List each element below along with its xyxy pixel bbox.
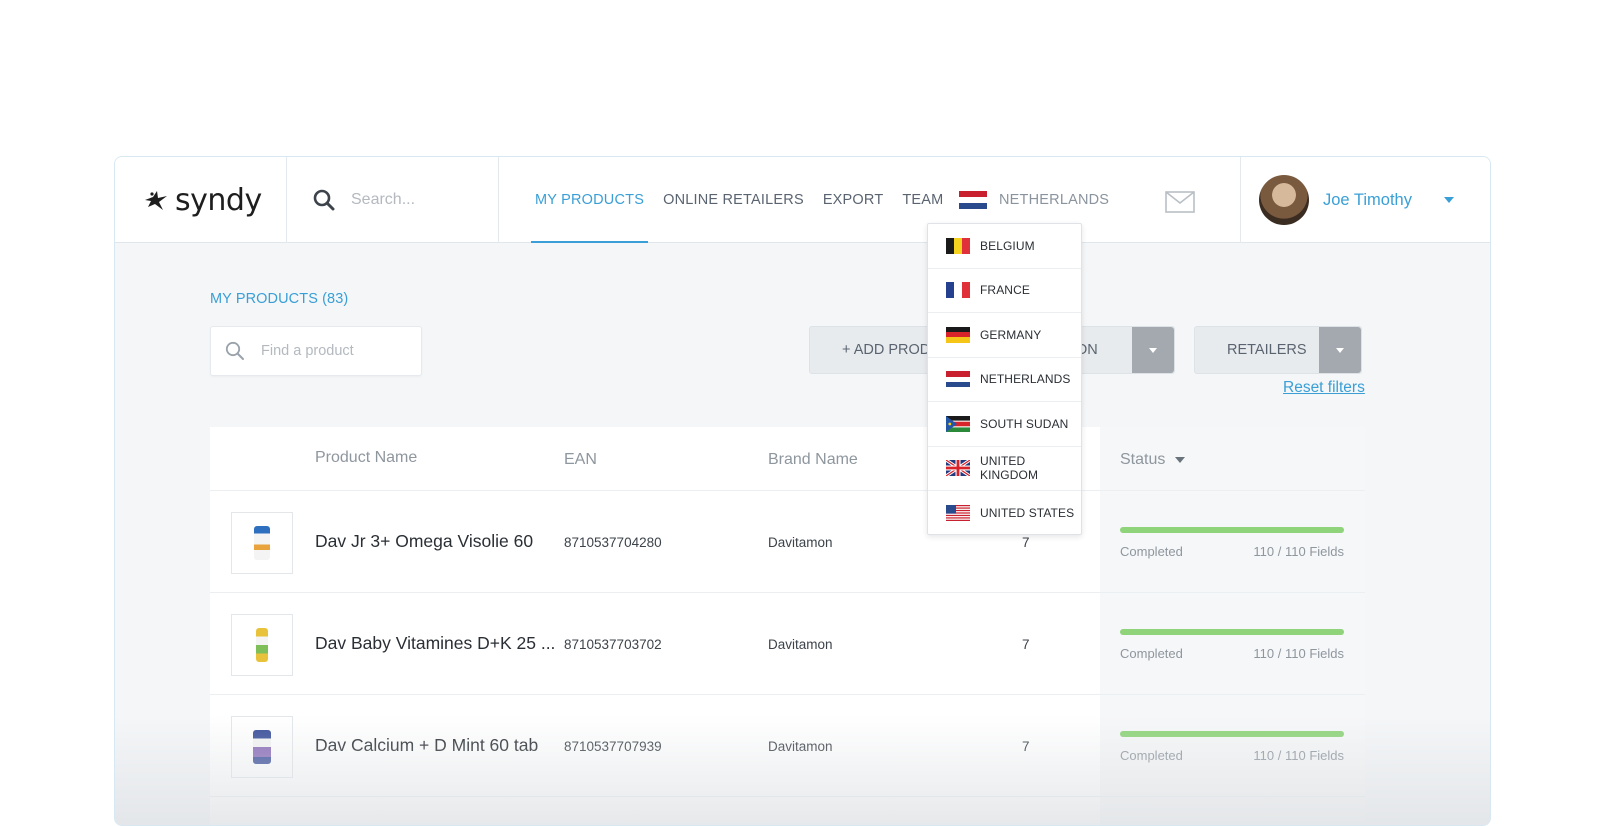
page-title: MY PRODUCTS (83) bbox=[210, 291, 349, 307]
country-option-united-states[interactable]: UNITED STATES bbox=[928, 491, 1081, 536]
country-selector-label: NETHERLANDS bbox=[999, 192, 1110, 208]
netherlands-flag-icon bbox=[959, 190, 987, 210]
product-package-icon bbox=[253, 730, 271, 764]
country-option-belgium[interactable]: BELGIUM bbox=[928, 224, 1081, 269]
search-icon bbox=[225, 341, 244, 360]
logo-text: syndy bbox=[175, 182, 262, 218]
country-option-label: UNITED KINGDOM bbox=[980, 454, 1039, 483]
france-flag-icon bbox=[946, 282, 970, 299]
country-option-south-sudan[interactable]: SOUTH SUDAN bbox=[928, 402, 1081, 447]
completion-progress-bar bbox=[1120, 629, 1344, 635]
retailer-count: 7 bbox=[1022, 535, 1030, 550]
mail-icon[interactable] bbox=[1165, 191, 1195, 213]
status-text: Completed bbox=[1120, 646, 1183, 661]
table-row[interactable]: Dav Jr 3+ Omega Visolie 60 8710537704280… bbox=[210, 491, 1365, 593]
caret-down-icon bbox=[1336, 348, 1344, 353]
product-thumbnail bbox=[231, 614, 293, 676]
south-sudan-flag-icon bbox=[946, 415, 970, 432]
country-option-netherlands[interactable]: NETHERLANDS bbox=[928, 358, 1081, 402]
country-option-united-kingdom[interactable]: UNITED KINGDOM bbox=[928, 447, 1081, 491]
retailer-count: 7 bbox=[1022, 637, 1030, 652]
chevron-down-icon bbox=[1444, 197, 1454, 203]
country-option-label: FRANCE bbox=[980, 283, 1030, 298]
column-header-product-name[interactable]: Product Name bbox=[315, 449, 417, 467]
product-brand: Davitamon bbox=[768, 739, 833, 754]
product-package-icon bbox=[254, 526, 270, 560]
app-window: syndy Search... MY PRODUCTS ONLINE RETAI… bbox=[114, 156, 1491, 826]
country-option-label: UNITED STATES bbox=[980, 506, 1075, 521]
column-header-brand-name[interactable]: Brand Name bbox=[768, 451, 858, 469]
country-option-label: NETHERLANDS bbox=[980, 372, 1071, 387]
product-thumbnail bbox=[231, 716, 293, 778]
united-kingdom-flag-icon bbox=[946, 460, 970, 477]
reset-filters-link[interactable]: Reset filters bbox=[1283, 379, 1365, 397]
sort-caret-icon bbox=[1175, 456, 1186, 463]
products-table: Product Name EAN Brand Name Status Dav J… bbox=[210, 427, 1365, 825]
country-option-france[interactable]: FRANCE bbox=[928, 269, 1081, 313]
country-dropdown-menu: BELGIUM FRANCE GERMANY NETHERLANDS SOUTH… bbox=[927, 223, 1082, 535]
table-row[interactable]: Dav Baby Vitamines D+K 25 ... 8710537703… bbox=[210, 593, 1365, 695]
completion-progress-bar bbox=[1120, 527, 1344, 533]
retailers-filter-button[interactable]: RETAILERS bbox=[1194, 326, 1362, 374]
status-text: Completed bbox=[1120, 544, 1183, 559]
country-option-label: GERMANY bbox=[980, 327, 1042, 342]
nav-my-products[interactable]: MY PRODUCTS bbox=[530, 157, 649, 243]
product-package-icon bbox=[256, 628, 268, 662]
add-product-dropdown-toggle[interactable] bbox=[1132, 327, 1174, 373]
completion-progress-bar bbox=[1120, 731, 1344, 737]
user-name: Joe Timothy bbox=[1323, 190, 1412, 209]
product-thumbnail bbox=[231, 512, 293, 574]
avatar bbox=[1259, 175, 1309, 225]
netherlands-flag-icon bbox=[946, 371, 970, 388]
global-search[interactable]: Search... bbox=[287, 157, 499, 243]
product-name: Dav Baby Vitamines D+K 25 ... bbox=[315, 633, 556, 653]
product-ean: 8710537703702 bbox=[564, 637, 662, 652]
caret-down-icon bbox=[1149, 348, 1157, 353]
country-option-germany[interactable]: GERMANY bbox=[928, 313, 1081, 358]
main-nav: MY PRODUCTS ONLINE RETAILERS EXPORT TEAM bbox=[530, 157, 962, 243]
fields-count: 110 / 110 Fields bbox=[1253, 646, 1344, 661]
search-placeholder: Search... bbox=[351, 191, 416, 208]
status-text: Completed bbox=[1120, 748, 1183, 763]
top-header: syndy Search... MY PRODUCTS ONLINE RETAI… bbox=[115, 157, 1490, 243]
find-product-input[interactable]: Find a product bbox=[210, 326, 422, 376]
find-product-placeholder: Find a product bbox=[261, 343, 354, 359]
product-name: Dav Jr 3+ Omega Visolie 60 bbox=[315, 531, 534, 551]
product-ean: 8710537707939 bbox=[564, 739, 662, 754]
column-header-ean[interactable]: EAN bbox=[564, 451, 597, 469]
user-menu[interactable]: Joe Timothy bbox=[1240, 157, 1490, 243]
logo[interactable]: syndy bbox=[115, 157, 287, 243]
retailers-filter-label: RETAILERS bbox=[1227, 342, 1307, 358]
column-header-status-label: Status bbox=[1120, 451, 1166, 468]
product-brand: Davitamon bbox=[768, 637, 833, 652]
fields-count: 110 / 110 Fields bbox=[1253, 544, 1344, 559]
product-name: Dav Calcium + D Mint 60 tab bbox=[315, 735, 539, 755]
retailer-count: 7 bbox=[1022, 739, 1030, 754]
nav-export[interactable]: EXPORT bbox=[823, 157, 884, 243]
country-option-label: BELGIUM bbox=[980, 238, 1035, 253]
country-option-label: SOUTH SUDAN bbox=[980, 416, 1069, 431]
germany-flag-icon bbox=[946, 326, 970, 343]
syndy-bird-icon bbox=[145, 191, 167, 210]
product-ean: 8710537704280 bbox=[564, 535, 662, 550]
fields-count: 110 / 110 Fields bbox=[1253, 748, 1344, 763]
search-icon bbox=[313, 189, 335, 211]
product-brand: Davitamon bbox=[768, 535, 833, 550]
retailers-dropdown-toggle[interactable] bbox=[1319, 327, 1361, 373]
table-row[interactable]: Dav Calcium + D Mint 60 tab 871053770793… bbox=[210, 695, 1365, 797]
belgium-flag-icon bbox=[946, 237, 970, 254]
nav-online-retailers[interactable]: ONLINE RETAILERS bbox=[663, 157, 804, 243]
united-states-flag-icon bbox=[946, 505, 970, 522]
column-header-status[interactable]: Status bbox=[1120, 451, 1186, 469]
